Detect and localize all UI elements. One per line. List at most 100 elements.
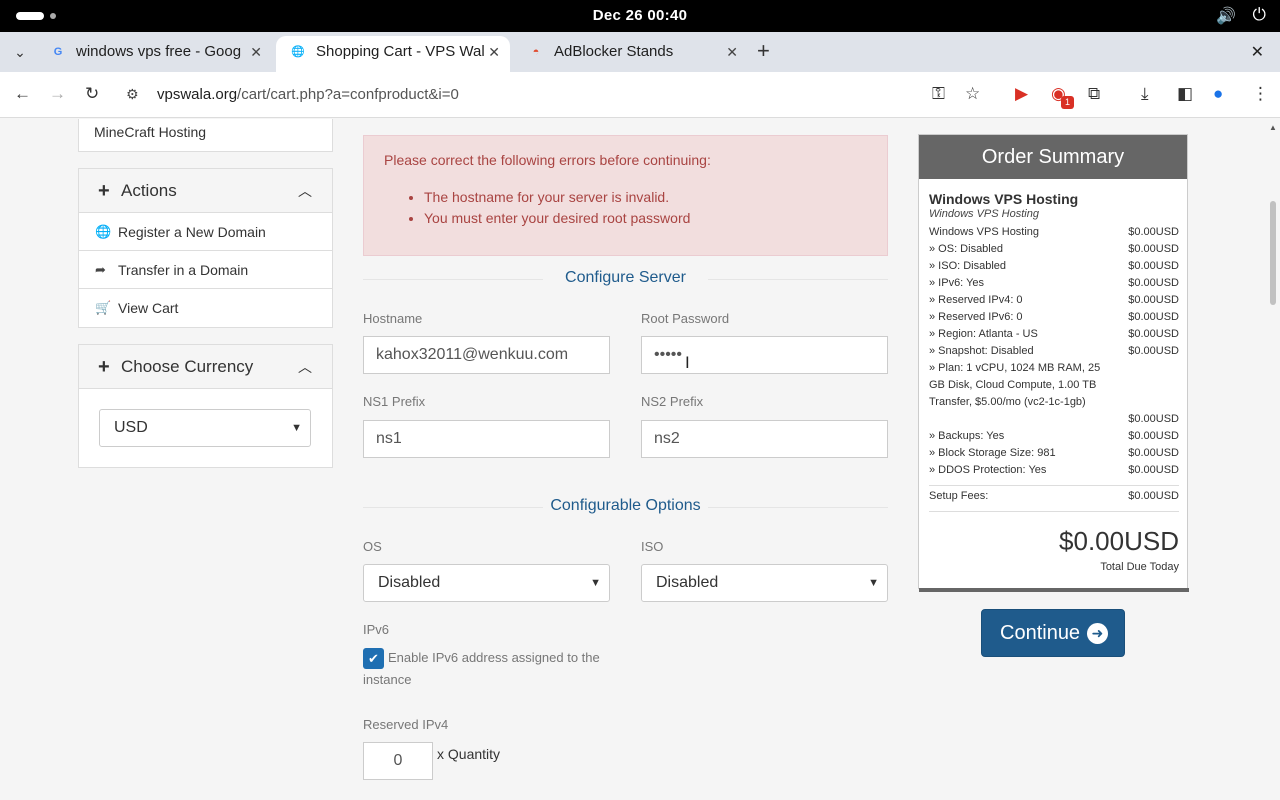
hostname-input[interactable]: kahox32011@wenkuu.com	[363, 336, 610, 374]
summary-row-amount: $0.00USD	[1128, 294, 1179, 306]
close-tab-icon[interactable]: ✕	[250, 36, 262, 68]
power-icon[interactable]: ⏻	[1253, 5, 1266, 25]
window-close-icon[interactable]: ✕	[1251, 42, 1264, 62]
summary-row-label: » Backups: Yes	[929, 430, 1005, 442]
back-arrow-icon[interactable]: ←	[14, 84, 31, 104]
extensions-puzzle-icon[interactable]: ⧉	[1088, 84, 1100, 104]
root-password-label: Root Password	[641, 311, 730, 326]
chevron-up-icon[interactable]: ︿	[298, 345, 312, 389]
summary-row-amount: $0.00USD	[1128, 311, 1179, 323]
ipv6-checkbox[interactable]: ✔	[363, 648, 384, 669]
summary-row-label: » Region: Atlanta - US	[929, 328, 1038, 340]
tab-google-search[interactable]: G windows vps free - Goog ✕	[36, 36, 272, 72]
url-path: /cart/cart.php?a=confproduct&i=0	[237, 86, 459, 103]
new-tab-plus-icon[interactable]: +	[757, 40, 770, 62]
summary-row: $0.00USD	[929, 411, 1179, 428]
summary-row: » Region: Atlanta - US $0.00USD	[929, 326, 1179, 343]
summary-rows: Windows VPS Hosting $0.00USD » OS: Disabl…	[929, 224, 1179, 479]
sidebar-item-label: Register a New Domain	[118, 224, 266, 240]
url-text[interactable]: vpswala.org/cart/cart.php?a=confproduct&…	[157, 86, 459, 103]
extension-red-icon[interactable]: ▶	[1015, 84, 1028, 104]
error-item: You must enter your desired root passwor…	[424, 209, 690, 227]
os-select[interactable]: Disabled ▼	[363, 564, 610, 602]
close-tab-icon[interactable]: ✕	[488, 36, 500, 68]
ns1-prefix-input[interactable]: ns1	[363, 420, 610, 458]
scrollbar-thumb[interactable]	[1270, 201, 1276, 305]
page-scrollbar[interactable]: ▲	[1266, 119, 1280, 800]
summary-row-label: » IPv6: Yes	[929, 277, 985, 289]
kebab-menu-icon[interactable]: ⋮	[1252, 84, 1269, 104]
tab-adblocker[interactable]: ◓ AdBlocker Stands ✕	[514, 36, 748, 72]
close-tab-icon[interactable]: ✕	[726, 36, 738, 68]
reserved-ipv4-quantity-input[interactable]: 0	[363, 742, 433, 780]
text-cursor-icon: I	[685, 353, 690, 372]
summary-setup-fees: Setup Fees: $0.00USD	[929, 485, 1179, 505]
site-info-icon[interactable]: ⚙	[126, 86, 139, 103]
quantity-label: x Quantity	[437, 746, 501, 762]
summary-plan-text: » Plan: 1 vCPU, 1024 MB RAM, 25 GB Disk,…	[929, 362, 1101, 408]
summary-row: » DDOS Protection: Yes $0.00USD	[929, 462, 1179, 479]
system-clock[interactable]: Dec 26 00:40	[0, 7, 1280, 24]
sidebar-item-minecraft-hosting[interactable]: MineCraft Hosting	[78, 119, 333, 152]
chevron-down-icon: ▼	[590, 577, 601, 589]
summary-row: » Block Storage Size: 981 $0.00USD	[929, 445, 1179, 462]
summary-bottom-bar	[919, 588, 1189, 592]
cart-icon: 🛒	[95, 300, 112, 315]
iso-select[interactable]: Disabled ▼	[641, 564, 888, 602]
summary-row-amount: $0.00USD	[1128, 447, 1179, 459]
currency-panel: + Choose Currency ︿ USD ▼	[78, 344, 333, 468]
iso-label: ISO	[641, 539, 664, 554]
ipv6-checkbox-label[interactable]: Enable IPv6 address assigned to the inst…	[363, 647, 613, 691]
reload-icon[interactable]: ↻	[85, 84, 99, 104]
summary-row-label: » OS: Disabled	[929, 243, 1003, 255]
root-password-input[interactable]: ••••• I	[641, 336, 888, 374]
tab-strip: ⌄ G windows vps free - Goog ✕ 🌐 Shopping…	[0, 32, 1280, 72]
download-icon[interactable]: ⤓	[1141, 84, 1149, 104]
side-panel-icon[interactable]: ◧	[1177, 84, 1193, 104]
total-due-amount: $0.00USD	[1059, 526, 1179, 556]
summary-row: » ISO: Disabled $0.00USD	[929, 258, 1179, 275]
tab-title: windows vps free - Goog	[76, 43, 242, 60]
order-summary-title: Order Summary	[919, 135, 1187, 179]
currency-select[interactable]: USD ▼	[99, 409, 311, 447]
currency-panel-body: USD ▼	[79, 389, 332, 467]
chevron-down-icon: ▼	[868, 577, 879, 589]
scroll-up-arrow-icon[interactable]: ▲	[1269, 123, 1277, 132]
browser-toolbar: ← → ↻ ⚙ vpswala.org/cart/cart.php?a=conf…	[0, 72, 1280, 118]
summary-row-label: » ISO: Disabled	[929, 260, 1007, 272]
sidebar-item-register-domain[interactable]: 🌐 Register a New Domain	[79, 213, 332, 251]
summary-row: Windows VPS Hosting $0.00USD	[929, 224, 1179, 241]
summary-row-amount: $0.00USD	[1128, 464, 1179, 476]
order-summary: Order Summary Windows VPS Hosting Window…	[918, 134, 1189, 592]
globe-icon: 🌐	[95, 224, 112, 239]
summary-row-label: » DDOS Protection: Yes	[929, 464, 1047, 476]
iso-select-value: Disabled	[656, 574, 719, 591]
summary-row-amount: $0.00USD	[1128, 243, 1179, 255]
summary-row-label: » Block Storage Size: 981	[929, 447, 1056, 459]
continue-button[interactable]: Continue ➜	[981, 609, 1125, 657]
profile-avatar-icon[interactable]: ●	[1213, 84, 1223, 104]
tab-search-chevron-icon[interactable]: ⌄	[8, 40, 32, 64]
sidebar-item-view-cart[interactable]: 🛒 View Cart	[79, 289, 332, 327]
forward-arrow-icon[interactable]: →	[49, 84, 66, 104]
root-password-value: •••••	[654, 346, 683, 363]
actions-panel-header[interactable]: + Actions ︿	[79, 169, 332, 213]
bookmark-star-icon[interactable]: ☆	[965, 84, 980, 104]
plus-icon: +	[98, 356, 110, 378]
arrow-circle-right-icon: ➜	[1087, 623, 1108, 644]
currency-panel-header[interactable]: + Choose Currency ︿	[79, 345, 332, 389]
sidebar-item-label: View Cart	[118, 300, 179, 316]
tab-shopping-cart[interactable]: 🌐 Shopping Cart - VPS Wal ✕	[276, 36, 510, 72]
summary-row: » Backups: Yes $0.00USD	[929, 428, 1179, 445]
os-label: OS	[363, 539, 382, 554]
key-icon[interactable]: ⚿	[932, 84, 945, 104]
ipv6-label: IPv6	[363, 622, 390, 637]
ns2-prefix-label: NS2 Prefix	[641, 394, 704, 409]
address-bar[interactable]: ⚙ vpswala.org/cart/cart.php?a=confproduc…	[116, 78, 996, 112]
chevron-up-icon[interactable]: ︿	[298, 169, 312, 213]
summary-row: » Snapshot: Disabled $0.00USD	[929, 343, 1179, 360]
configurable-options-heading: Configurable Options	[363, 497, 888, 517]
sidebar-item-transfer-domain[interactable]: ➦ Transfer in a Domain	[79, 251, 332, 289]
volume-icon[interactable]: 🔊	[1216, 6, 1236, 26]
ns2-prefix-input[interactable]: ns2	[641, 420, 888, 458]
